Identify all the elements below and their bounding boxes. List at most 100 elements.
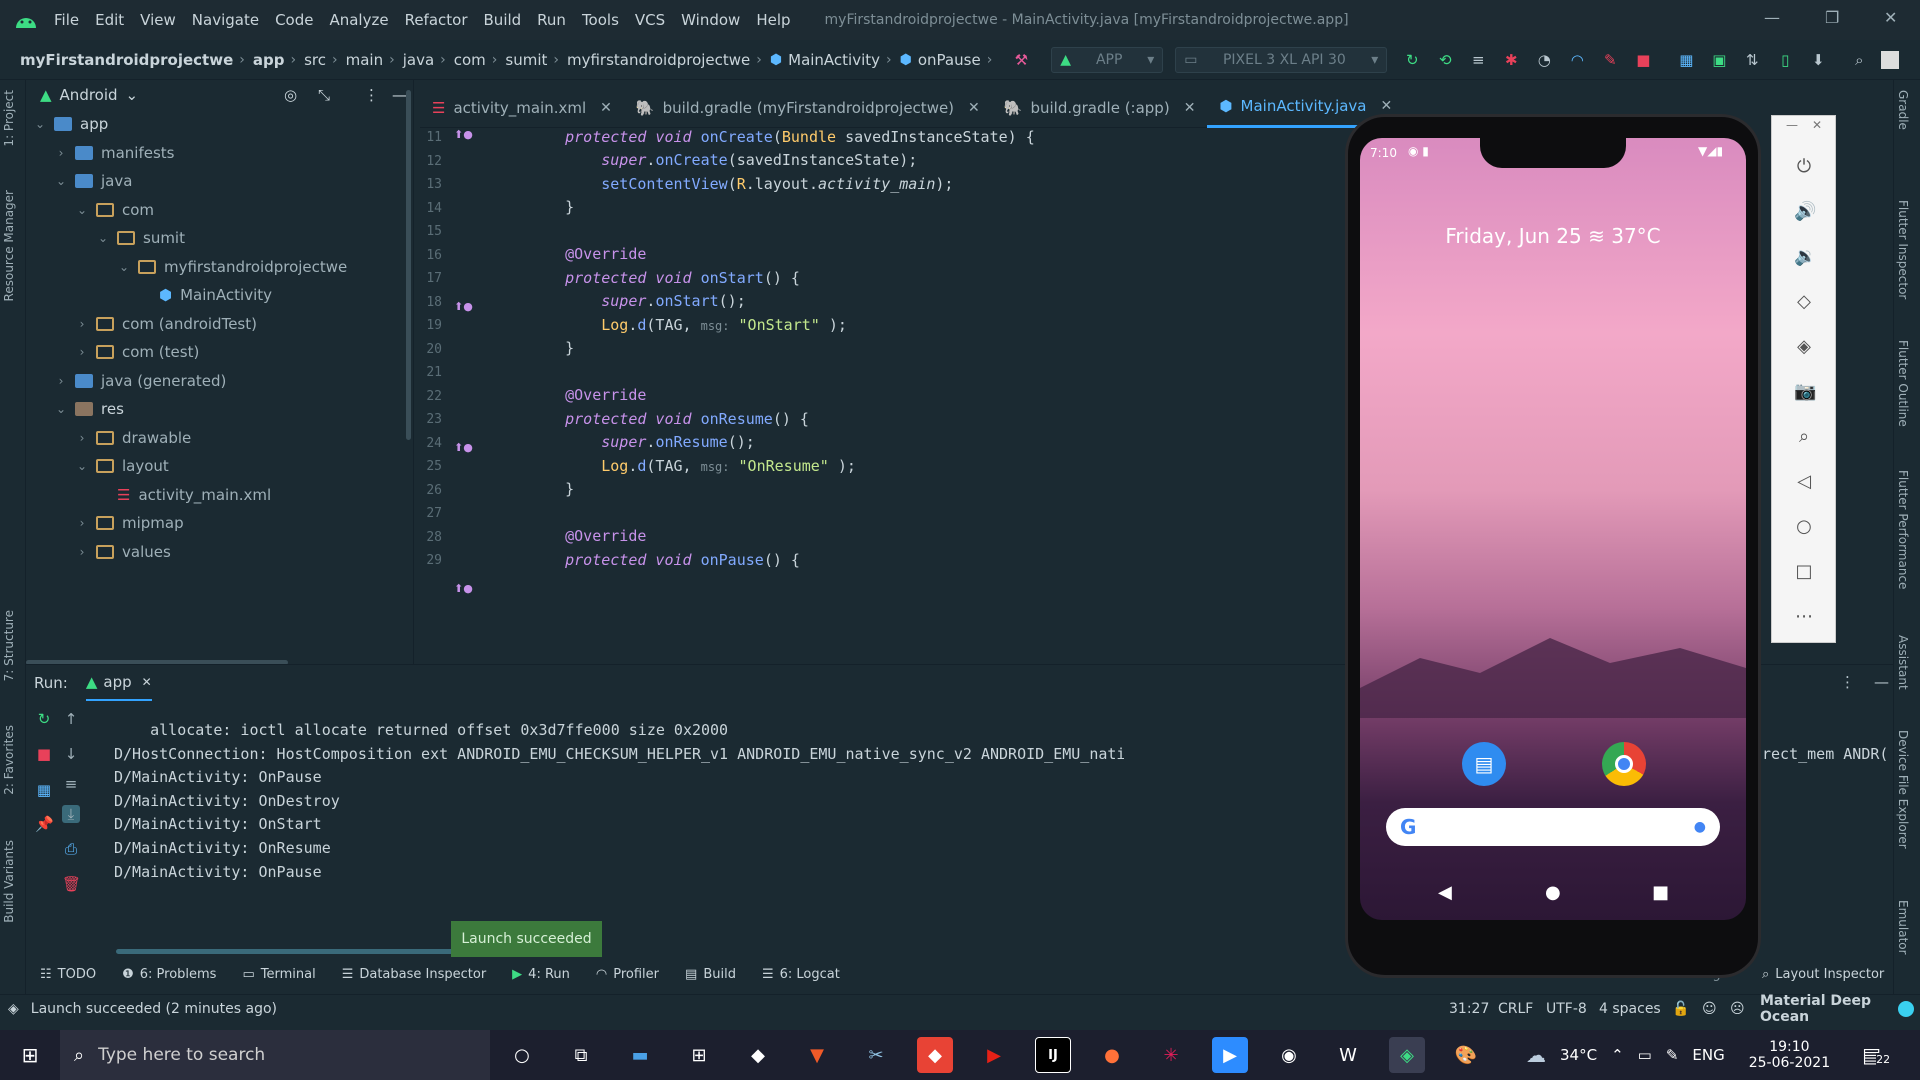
chevron-right-icon[interactable]: ›: [74, 317, 90, 331]
menu-vcs[interactable]: VCS: [635, 11, 665, 29]
device-select[interactable]: ▭ PIXEL 3 XL API 30 ▾: [1175, 46, 1388, 73]
security-icon[interactable]: ◆: [740, 1037, 776, 1073]
volume-down-icon[interactable]: 🔉: [1794, 246, 1816, 267]
breadcrumb-app[interactable]: app: [253, 51, 285, 69]
menu-file[interactable]: File: [54, 11, 79, 29]
cursor-position[interactable]: 31:27: [1449, 1001, 1489, 1017]
favorites-tool-tab[interactable]: 2: Favorites: [2, 725, 16, 795]
theme-indicator-icon[interactable]: [1898, 1000, 1914, 1017]
pin-icon[interactable]: 📌: [35, 815, 54, 833]
tab-activity-main-xml[interactable]: ☰ activity_main.xml ✕: [420, 88, 624, 128]
obs-icon[interactable]: ◉: [1271, 1037, 1307, 1073]
breadcrumb-project[interactable]: myFirstandroidprojectwe: [20, 51, 233, 69]
tray-clock[interactable]: 19:10 25-06-2021: [1749, 1039, 1830, 1071]
breadcrumb-sumit[interactable]: sumit: [505, 51, 547, 69]
home-icon[interactable]: ○: [1794, 516, 1814, 537]
flutter-outline-tool-tab[interactable]: Flutter Outline: [1896, 340, 1910, 427]
menu-help[interactable]: Help: [756, 11, 790, 29]
todo-tab[interactable]: ☷ TODO: [40, 967, 96, 982]
chevron-right-icon[interactable]: ›: [53, 374, 69, 388]
firefox-icon[interactable]: ●: [1094, 1037, 1130, 1073]
file-encoding[interactable]: UTF-8: [1546, 1001, 1587, 1017]
override-marker-icon[interactable]: ⬆●: [454, 128, 473, 141]
flutter-performance-tool-tab[interactable]: Flutter Performance: [1896, 470, 1910, 589]
build-tab[interactable]: ▤ Build: [685, 967, 736, 982]
windows-start-icon[interactable]: ⊞: [0, 1043, 60, 1067]
breadcrumb-java[interactable]: java: [403, 51, 434, 69]
overview-icon[interactable]: □: [1794, 561, 1814, 582]
debug-icon[interactable]: ✱: [1500, 49, 1522, 71]
menu-analyze[interactable]: Analyze: [329, 11, 388, 29]
layout-icon[interactable]: ▦: [1675, 49, 1697, 71]
android-studio-icon[interactable]: ◈: [1389, 1037, 1425, 1073]
run-tab-app[interactable]: ▲ app ✕: [85, 665, 152, 701]
close-tab-icon[interactable]: ✕: [1184, 100, 1196, 116]
menu-window[interactable]: Window: [681, 11, 740, 29]
menu-tools[interactable]: Tools: [582, 11, 619, 29]
tree-item[interactable]: › java (generated): [53, 369, 227, 393]
profiler-tab[interactable]: ◠ Profiler: [596, 967, 659, 982]
chevron-right-icon[interactable]: ›: [74, 431, 90, 445]
emulator-tool-tab[interactable]: Emulator: [1896, 900, 1910, 955]
tree-item[interactable]: › manifests: [53, 141, 175, 165]
feedback-face-icon[interactable]: ☹: [1730, 1001, 1745, 1017]
task-view-icon[interactable]: ⧉: [563, 1037, 599, 1073]
stop-icon[interactable]: ■: [1632, 49, 1654, 71]
apply-changes-restart-icon[interactable]: ↻: [1401, 49, 1423, 71]
breadcrumb-main[interactable]: main: [346, 51, 383, 69]
menu-build[interactable]: Build: [484, 11, 522, 29]
chrome-app-icon[interactable]: [1602, 742, 1646, 786]
breadcrumb-com[interactable]: com: [454, 51, 486, 69]
youtube-icon[interactable]: ▶: [976, 1037, 1012, 1073]
volume-up-icon[interactable]: 🔊: [1794, 201, 1816, 222]
tray-language[interactable]: ENG: [1692, 1046, 1724, 1064]
profile-icon[interactable]: ◠: [1566, 49, 1588, 71]
close-icon[interactable]: ✕: [1884, 8, 1897, 27]
minimize-icon[interactable]: —: [1764, 8, 1780, 27]
inspector-face-icon[interactable]: ☺: [1702, 1001, 1717, 1017]
gradle-sync-icon[interactable]: ⇅: [1741, 49, 1763, 71]
account-icon[interactable]: [1881, 50, 1900, 69]
menu-navigate[interactable]: Navigate: [192, 11, 259, 29]
print-icon[interactable]: ⎙: [62, 840, 80, 858]
tab-build-gradle-app[interactable]: 🐘 build.gradle (:app) ✕: [992, 88, 1208, 128]
chevron-down-icon[interactable]: ⌄: [74, 203, 90, 217]
pc-icon[interactable]: ▬: [622, 1037, 658, 1073]
sync-list-icon[interactable]: ≡: [1467, 49, 1489, 71]
nav-recents-icon[interactable]: ■: [1652, 882, 1669, 903]
breadcrumb-src[interactable]: src: [304, 51, 326, 69]
chevron-down-icon[interactable]: ⌄: [32, 117, 48, 131]
tree-item[interactable]: ⌄ myfirstandroidprojectwe: [116, 255, 347, 279]
menu-edit[interactable]: Edit: [95, 11, 124, 29]
lock-icon[interactable]: 🔓: [1672, 1001, 1689, 1017]
indent-setting[interactable]: 4 spaces: [1599, 1001, 1661, 1017]
breadcrumb-class[interactable]: MainActivity: [788, 51, 880, 69]
store-icon[interactable]: ⊞: [681, 1037, 717, 1073]
paint-icon[interactable]: 🎨: [1448, 1037, 1484, 1073]
coverage-icon[interactable]: ◔: [1533, 49, 1555, 71]
more-icon[interactable]: ⋯: [1794, 606, 1814, 627]
sdk-manager-icon[interactable]: ⬇: [1807, 49, 1829, 71]
tree-item[interactable]: › com (androidTest): [74, 312, 257, 336]
terminal-tool-icon[interactable]: ▣: [1708, 49, 1730, 71]
taskbar-search-box[interactable]: ⌕ Type here to search: [60, 1030, 490, 1080]
breadcrumb-package[interactable]: myfirstandroidprojectwe: [567, 51, 750, 69]
notification-center-icon[interactable]: ▤ 22: [1862, 1043, 1891, 1067]
google-search-bar[interactable]: G ●: [1386, 808, 1720, 846]
device-file-explorer-tool-tab[interactable]: Device File Explorer: [1896, 730, 1910, 849]
menu-run[interactable]: Run: [537, 11, 566, 29]
tree-item[interactable]: › com (test): [74, 340, 200, 364]
clear-all-icon[interactable]: 🗑: [62, 875, 81, 893]
rerun-icon[interactable]: ↻: [35, 710, 53, 728]
attach-debugger-icon[interactable]: ✎: [1599, 49, 1621, 71]
tray-weather[interactable]: 34°C: [1560, 1046, 1597, 1064]
tree-item[interactable]: ⌄ com: [74, 198, 154, 222]
snipping-icon[interactable]: ✂: [858, 1037, 894, 1073]
menu-refactor[interactable]: Refactor: [405, 11, 468, 29]
override-marker-icon[interactable]: ⬆●: [454, 441, 473, 454]
emulator-minimize-icon[interactable]: —: [1786, 118, 1798, 132]
tree-item[interactable]: ⌄ layout: [74, 454, 169, 478]
tree-item[interactable]: › values: [74, 540, 171, 564]
chevron-right-icon[interactable]: ›: [74, 545, 90, 559]
hide-panel-icon[interactable]: —: [1874, 673, 1889, 691]
